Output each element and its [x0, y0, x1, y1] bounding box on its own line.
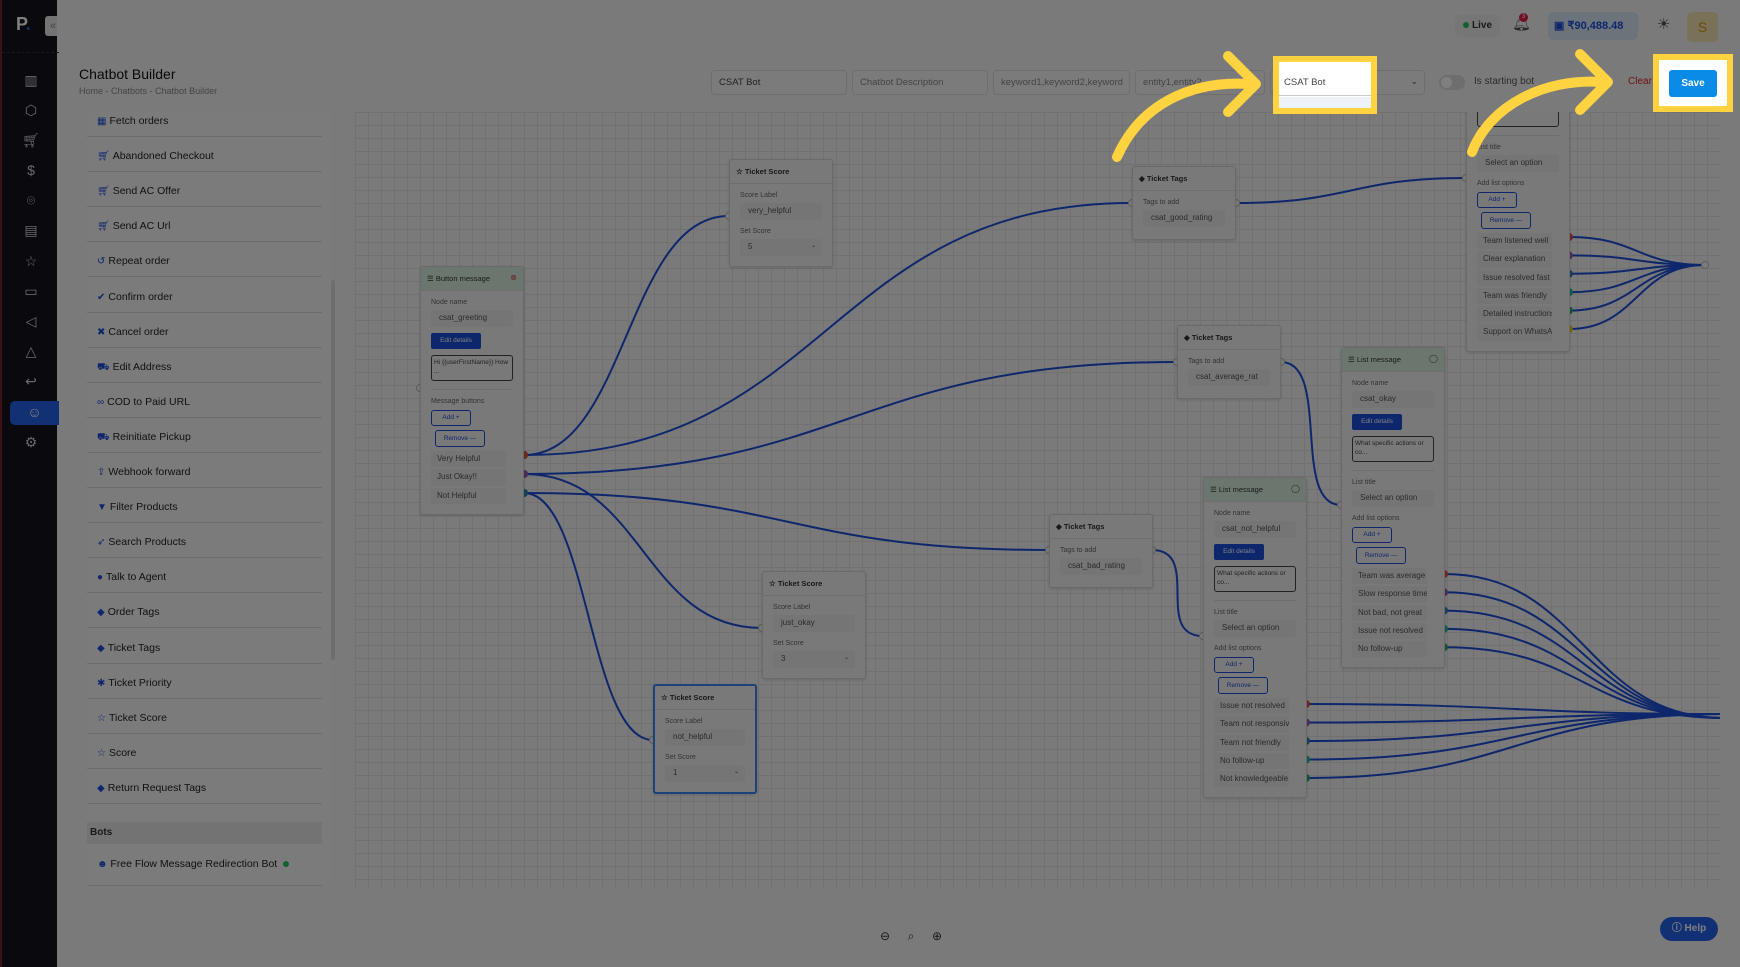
highlight-save: Save: [1653, 54, 1733, 112]
highlight-bot-select[interactable]: CSAT Bot: [1273, 56, 1377, 114]
dropdown-strip: [1279, 97, 1371, 108]
save-button[interactable]: Save: [1669, 70, 1717, 97]
dim-overlay: [0, 0, 1740, 967]
selected-bot-value[interactable]: CSAT Bot: [1279, 69, 1371, 96]
